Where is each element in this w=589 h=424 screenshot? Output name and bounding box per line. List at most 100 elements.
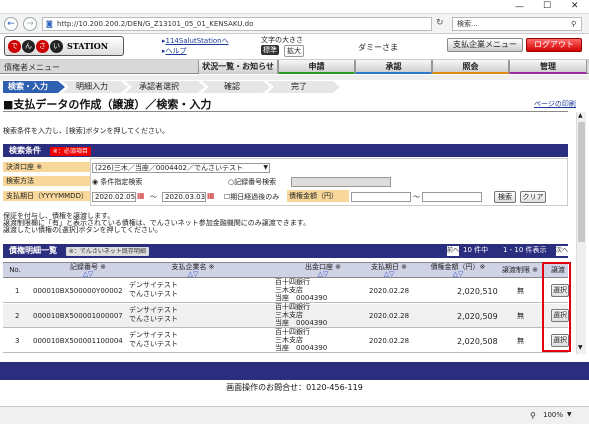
sort-icon[interactable]: △▽ bbox=[384, 270, 395, 278]
browser-search-input[interactable]: 検索... ⚲ bbox=[452, 17, 582, 31]
font-large-button[interactable]: 拡大 bbox=[284, 45, 304, 57]
cell-due: 2020.02.28 bbox=[369, 287, 410, 295]
after-due-label: 期日経過後のみ bbox=[230, 193, 280, 201]
scroll-up-icon[interactable]: ▲ bbox=[578, 112, 583, 119]
font-size-label: 文字の大きさ bbox=[261, 36, 303, 44]
prev-page-button[interactable]: 前へ bbox=[447, 246, 459, 256]
calendar-icon[interactable]: ▦ bbox=[207, 191, 215, 200]
creditor-menu-label: 債権者メニュー bbox=[4, 63, 60, 72]
forward-button[interactable]: → bbox=[23, 17, 37, 31]
zoom-level[interactable]: 100% bbox=[543, 411, 563, 419]
table-row: 2 000010BX500001000007 デンサイテスト でんさいテスト 百… bbox=[3, 304, 569, 328]
app-header: で ん さ い STATION ▸114SalutStationへ ▸ヘルプ 文… bbox=[0, 34, 589, 60]
cell-account: 当座 0004390 bbox=[275, 344, 328, 352]
amount-to-input[interactable] bbox=[422, 192, 482, 202]
refresh-icon[interactable]: ↻ bbox=[436, 18, 444, 28]
salut-station-link[interactable]: ▸114SalutStationへ bbox=[162, 36, 229, 46]
col-amount[interactable]: 債権金額（円）※ △▽ bbox=[423, 264, 493, 278]
cell-amount: 2,020,510 bbox=[457, 287, 498, 296]
scroll-down-icon[interactable]: ▼ bbox=[578, 344, 583, 351]
logo-char-3: さ bbox=[36, 39, 49, 53]
step-confirm: 確認 bbox=[202, 81, 270, 93]
calendar-icon[interactable]: ▦ bbox=[137, 191, 145, 200]
highlight-box bbox=[542, 262, 571, 352]
next-page-button[interactable]: 次へ bbox=[556, 246, 568, 256]
cell-branch: 三木支店 bbox=[275, 311, 303, 319]
account-label: 決済口座 ※ bbox=[3, 162, 90, 173]
search-placeholder: 検索... bbox=[457, 20, 478, 28]
account-select-value: (226)三木／当座／0004402／でんさいテスト bbox=[95, 164, 243, 172]
vertical-scrollbar[interactable]: ▲ ▼ bbox=[576, 112, 586, 354]
method-condition-radio[interactable]: ◉ 条件指定検索 bbox=[92, 177, 142, 187]
result-range: 1 - 10 件表示 bbox=[503, 246, 547, 254]
cell-no: 1 bbox=[15, 287, 20, 295]
back-button[interactable]: ← bbox=[4, 17, 18, 31]
sort-icon[interactable]: △▽ bbox=[83, 270, 94, 278]
list-section-title: 債権明細一覧 bbox=[9, 246, 57, 255]
cell-bank: 百十四銀行 bbox=[275, 328, 310, 336]
font-standard-button[interactable]: 標準 bbox=[261, 45, 279, 55]
cell-branch: 三木支店 bbox=[275, 286, 303, 294]
window-title-bar: — ☐ ✕ bbox=[0, 0, 589, 14]
scroll-thumb[interactable] bbox=[578, 122, 585, 242]
logout-button[interactable]: ログアウト bbox=[526, 38, 582, 52]
cell-account: 当座 0004390 bbox=[275, 294, 328, 302]
cell-company-name: でんさいテスト bbox=[129, 315, 178, 323]
note-line: 譲渡したい債権の[選択]ボタンを押してください。 bbox=[3, 226, 163, 234]
col-record[interactable]: 記録番号 ※ △▽ bbox=[53, 264, 123, 278]
search-section-header: 検索条件 ※：必須項目 bbox=[3, 144, 568, 157]
sort-icon[interactable]: △▽ bbox=[188, 270, 199, 278]
menu-inquiry[interactable]: 照会 bbox=[432, 60, 509, 74]
search-button[interactable]: 検索 bbox=[494, 191, 516, 203]
zoom-icon[interactable]: ⚲ bbox=[530, 411, 536, 420]
salut-station-link-label: 114SalutStationへ bbox=[165, 37, 229, 45]
record-number-input[interactable] bbox=[291, 177, 391, 187]
menu-admin[interactable]: 管理 bbox=[509, 60, 587, 74]
inquiry-text: 画面操作のお問合せ：0120-456-119 bbox=[226, 383, 363, 392]
print-page-link[interactable]: ページの印刷 bbox=[534, 99, 576, 109]
date-to-input[interactable]: 2020.03.03 bbox=[162, 192, 206, 202]
cell-company-kana: デンサイテスト bbox=[129, 331, 178, 339]
cell-company-kana: デンサイテスト bbox=[129, 281, 178, 289]
main-menu: 債権者メニュー 状況一覧・お知らせ 申請 承認 照会 管理 bbox=[0, 60, 589, 74]
close-icon[interactable]: ✕ bbox=[571, 1, 579, 11]
help-link[interactable]: ▸ヘルプ bbox=[162, 46, 187, 56]
date-from-input[interactable]: 2020.02.05 bbox=[92, 192, 136, 202]
col-no: No. bbox=[9, 266, 21, 274]
col-due[interactable]: 支払期日 ※ △▽ bbox=[365, 264, 413, 278]
menu-apply[interactable]: 申請 bbox=[278, 60, 355, 74]
menu-status[interactable]: 状況一覧・お知らせ bbox=[198, 60, 278, 74]
menu-approve[interactable]: 承認 bbox=[355, 60, 432, 74]
notes: 保証を付与し、債権を譲渡します。 譲渡制限欄に「有」と表示されている債権は、でん… bbox=[3, 213, 310, 234]
method-record-radio[interactable]: ○記録番号検索 bbox=[228, 177, 276, 187]
method-condition-label: 条件指定検索 bbox=[100, 178, 143, 186]
payment-company-menu-button[interactable]: 支払企業メニュー bbox=[447, 38, 523, 52]
cell-record: 000010BX500000Y00002 bbox=[33, 287, 123, 295]
cell-restrict: 無 bbox=[517, 312, 524, 320]
menu-shadow bbox=[0, 75, 589, 80]
sort-icon[interactable]: △▽ bbox=[318, 270, 329, 278]
search-icon[interactable]: ⚲ bbox=[571, 18, 576, 30]
url-input[interactable]: ◙ http://10.200.200.2/DEN/G_Z13101_05_01… bbox=[42, 17, 432, 31]
page-title: ■支払データの作成（譲渡）／検索・入力 bbox=[3, 98, 212, 111]
densai-station-logo[interactable]: で ん さ い STATION bbox=[4, 36, 124, 56]
minimize-icon[interactable]: — bbox=[515, 2, 524, 12]
required-badge: ※：必須項目 bbox=[49, 147, 91, 156]
clear-button[interactable]: クリア bbox=[520, 191, 546, 203]
col-account[interactable]: 出金口座 ※ △▽ bbox=[293, 264, 353, 278]
amount-separator: ～ bbox=[413, 193, 420, 201]
title-divider bbox=[3, 111, 568, 112]
existing-detail-badge: ※：でんさいネット既存明細 bbox=[65, 247, 149, 256]
cell-company-kana: デンサイテスト bbox=[129, 306, 178, 314]
col-restrict: 譲渡制限 ※ bbox=[501, 266, 539, 274]
account-select[interactable]: (226)三木／当座／0004402／でんさいテスト ▼ bbox=[92, 163, 270, 173]
maximize-icon[interactable]: ☐ bbox=[543, 1, 551, 11]
amount-from-input[interactable] bbox=[351, 192, 411, 202]
after-due-checkbox[interactable]: ☐期日経過後のみ bbox=[224, 192, 279, 202]
chevron-down-icon[interactable]: ▼ bbox=[567, 411, 572, 418]
table-row: 3 000010BX500001100004 デンサイテスト でんさいテスト 百… bbox=[3, 328, 569, 353]
cell-due: 2020.02.28 bbox=[369, 337, 410, 345]
sort-icon[interactable]: △▽ bbox=[453, 270, 464, 278]
col-company[interactable]: 支払企業名 ※ △▽ bbox=[153, 264, 233, 278]
amount-label: 債権金額（円） bbox=[287, 190, 349, 202]
